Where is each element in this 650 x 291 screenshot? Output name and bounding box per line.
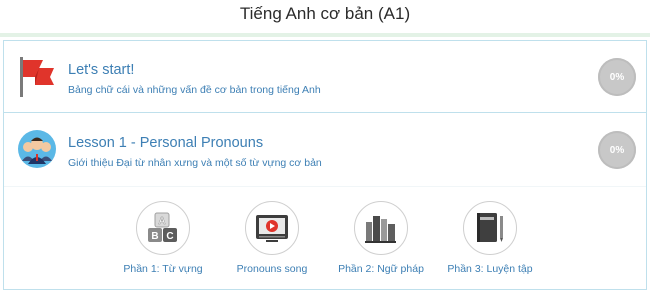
part-vocabulary[interactable]: A B C Phần 1: Từ vựng	[108, 201, 218, 275]
lesson-subtitle: Giới thiệu Đại từ nhân xưng và một số từ…	[68, 157, 322, 169]
progress-badge: 0%	[598, 131, 636, 169]
lesson-title[interactable]: Let's start!	[68, 62, 134, 78]
part-label[interactable]: Pronouns song	[217, 263, 327, 275]
video-player-icon	[256, 215, 288, 242]
top-bar: Tiếng Anh cơ bản (A1)	[0, 0, 650, 34]
part-pronouns-song[interactable]: Pronouns song	[217, 201, 327, 275]
header-divider	[0, 33, 650, 37]
lesson-item-personal-pronouns[interactable]: Lesson 1 - Personal Pronouns Giới thiệu …	[4, 114, 646, 186]
progress-badge: 0%	[598, 58, 636, 96]
part-icon-circle[interactable]: A B C	[136, 201, 190, 255]
part-practice[interactable]: Phần 3: Luyện tập	[435, 201, 545, 275]
part-grammar[interactable]: Phần 2: Ngữ pháp	[326, 201, 436, 275]
notebook-pencil-icon	[477, 213, 503, 242]
lesson-title[interactable]: Lesson 1 - Personal Pronouns	[68, 135, 263, 151]
page-title: Tiếng Anh cơ bản (A1)	[239, 4, 411, 23]
lesson-item-lets-start[interactable]: Let's start! Bảng chữ cái và những vấn đ…	[4, 41, 646, 113]
svg-text:B: B	[151, 231, 158, 242]
part-icon-circle[interactable]	[463, 201, 517, 255]
lesson-parts: A B C Phần 1: Từ vựng Pronouns song Phần…	[4, 186, 646, 286]
part-icon-circle[interactable]	[354, 201, 408, 255]
svg-text:C: C	[166, 231, 173, 242]
part-label[interactable]: Phần 2: Ngữ pháp	[326, 263, 436, 275]
abc-blocks-icon: A B C	[148, 212, 177, 242]
people-group-icon	[18, 130, 56, 168]
svg-text:A: A	[158, 216, 165, 227]
part-icon-circle[interactable]	[245, 201, 299, 255]
books-icon	[365, 216, 396, 243]
red-flag-icon	[20, 57, 54, 97]
lesson-list-panel: Let's start! Bảng chữ cái và những vấn đ…	[3, 40, 647, 290]
part-label[interactable]: Phần 1: Từ vựng	[108, 263, 218, 275]
part-label[interactable]: Phần 3: Luyện tập	[435, 263, 545, 275]
lesson-subtitle: Bảng chữ cái và những vấn đề cơ bản tron…	[68, 84, 321, 96]
